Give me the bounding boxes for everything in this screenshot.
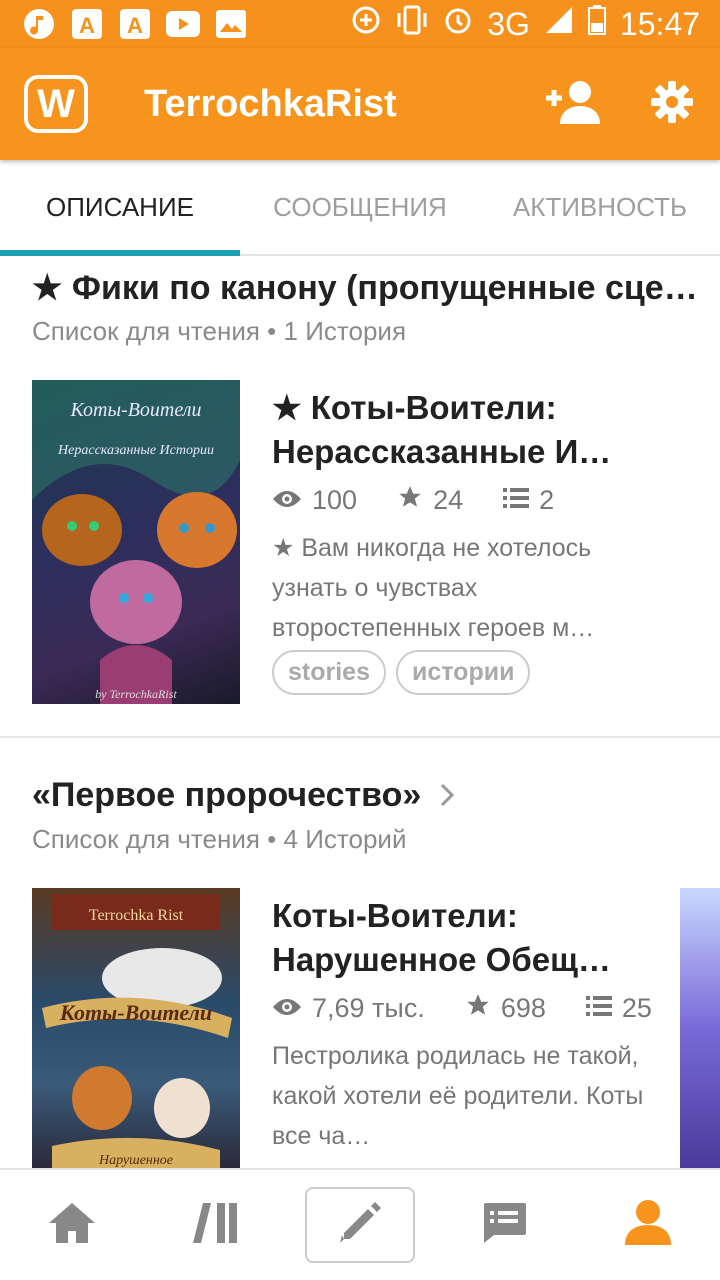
tab-activity[interactable]: АКТИВНОСТЬ (480, 160, 720, 254)
parts-list-icon (503, 485, 530, 516)
battery-icon (587, 5, 606, 43)
reading-list-subtitle: Список для чтения • 4 Историй (32, 824, 407, 854)
cover-title: Коты-Воители (70, 399, 202, 421)
vibrate-icon (395, 5, 429, 43)
votes-count: 698 (500, 993, 546, 1023)
music-notification-icon (22, 7, 56, 41)
votes-star-icon (397, 484, 423, 517)
home-icon (47, 1201, 97, 1250)
parts-count: 25 (621, 993, 652, 1023)
story-title[interactable]: Коты-Воители: Нарушенное Обещ… (272, 894, 672, 982)
nav-library-button[interactable] (161, 1187, 271, 1263)
wattpad-logo[interactable]: W (24, 75, 88, 133)
data-saver-icon (351, 5, 381, 43)
tag-chip[interactable]: stories (272, 650, 386, 695)
votes-star-icon (465, 992, 491, 1025)
app-a-notification-icon-2: A (118, 7, 152, 41)
alarm-icon (443, 5, 473, 43)
settings-gear-icon[interactable] (650, 80, 694, 129)
story-tags: stories истории (272, 650, 531, 695)
nav-write-button[interactable] (305, 1187, 415, 1263)
reading-list-subtitle: Список для чтения • 1 История (32, 316, 407, 346)
tab-messages[interactable]: СООБЩЕНИЯ (240, 160, 480, 254)
story-cover[interactable]: Коты-Воители Нерассказанные Истории by T… (32, 380, 240, 704)
cover-subtitle: Нерассказанные Истории (57, 443, 214, 458)
parts-count: 2 (539, 485, 555, 515)
clock: 15:47 (619, 5, 700, 42)
network-type: 3G (487, 5, 530, 42)
cover-author: by TerrochkaRist (95, 687, 177, 701)
views-eye-icon (272, 485, 302, 516)
views-count: 7,69 тыс. (312, 993, 425, 1023)
image-notification-icon (214, 7, 248, 41)
nav-messages-button[interactable] (449, 1187, 559, 1263)
votes-count: 24 (433, 485, 464, 515)
nav-home-button[interactable] (17, 1187, 127, 1263)
views-eye-icon (272, 993, 302, 1024)
story-stats: 7,69 тыс. 698 25 (272, 992, 652, 1025)
youtube-notification-icon (166, 7, 200, 41)
follow-user-icon[interactable] (544, 78, 602, 133)
story-title[interactable]: ★ Коты-Воители: Нерассказанные И… (272, 386, 672, 474)
profile-user-icon (623, 1199, 673, 1252)
cover-subtitle: Нарушенное (98, 1153, 173, 1168)
chevron-right-icon (439, 778, 455, 817)
parts-list-icon (585, 993, 612, 1024)
story-cover[interactable]: Terrochka Rist Коты-Воители Нарушенное (32, 888, 240, 1168)
tab-description[interactable]: ОПИСАНИЕ (0, 160, 240, 256)
reading-list-title[interactable]: «Первое пророчество» (32, 776, 455, 817)
tag-chip[interactable]: истории (395, 650, 531, 695)
story-description: Пестролика родилась не такой, какой хоте… (272, 1042, 644, 1150)
divider (0, 736, 720, 738)
svg-text:A: A (79, 13, 95, 38)
profile-username: TerrochkaRist (144, 82, 397, 125)
cover-title: Коты-Воители (59, 1000, 212, 1025)
library-icon (193, 1201, 239, 1250)
next-story-cover[interactable] (680, 888, 720, 1168)
profile-content: ★ Фики по канону (пропущенные сце… Списо… (0, 258, 720, 1168)
story-description: ★ Вам никогда не хотелось узнать о чувст… (272, 534, 595, 642)
status-bar: A A 3G 15:47 (0, 0, 720, 48)
svg-text:A: A (127, 13, 143, 38)
bottom-navigation (0, 1168, 720, 1280)
cover-author: Terrochka Rist (89, 907, 184, 924)
reading-list-title-text: «Первое пророчество» (32, 776, 422, 814)
messages-icon (480, 1201, 528, 1250)
pencil-icon (338, 1201, 382, 1250)
views-count: 100 (312, 485, 358, 515)
app-bar: W TerrochkaRist (0, 48, 720, 160)
reading-list-title[interactable]: ★ Фики по канону (пропущенные сце… (32, 268, 712, 308)
app-a-notification-icon: A (70, 7, 104, 41)
story-stats: 100 24 2 (272, 484, 554, 517)
signal-icon (544, 5, 574, 43)
profile-tabs: ОПИСАНИЕ СООБЩЕНИЯ АКТИВНОСТЬ (0, 160, 720, 256)
nav-profile-button[interactable] (593, 1187, 703, 1263)
